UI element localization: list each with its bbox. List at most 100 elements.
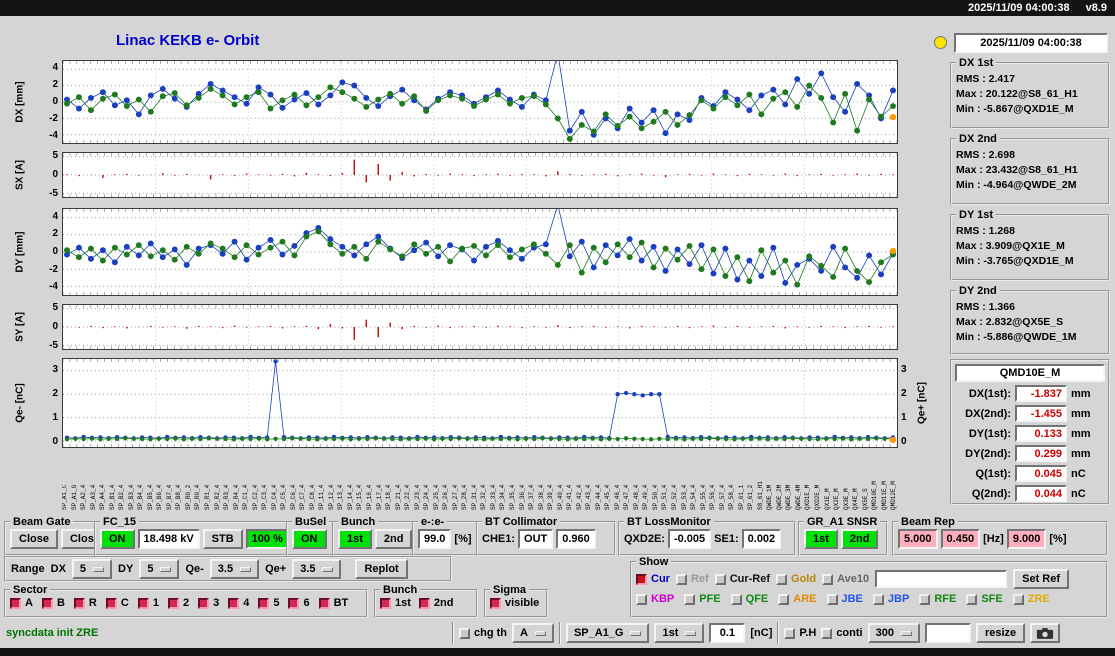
sector-5-checkbox[interactable]: 5 — [258, 597, 279, 609]
checkbox-box[interactable] — [490, 598, 501, 609]
checkbox-box[interactable] — [676, 574, 687, 585]
sector-4-checkbox[interactable]: 4 — [228, 597, 249, 609]
bpm-label: SP_38_4 — [539, 452, 545, 510]
sigma-visible-checkbox[interactable]: visible — [490, 597, 539, 609]
checkbox-box[interactable] — [198, 598, 209, 609]
checkbox-box[interactable] — [228, 598, 239, 609]
checkbox-box[interactable] — [636, 594, 647, 605]
checkbox-box[interactable] — [715, 574, 726, 585]
sector-2-checkbox[interactable]: 2 — [168, 597, 189, 609]
checkbox-box[interactable] — [873, 594, 884, 605]
fc15-stb-button[interactable]: STB — [203, 529, 243, 549]
checkbox-box[interactable] — [168, 598, 179, 609]
checkbox-box[interactable] — [10, 598, 21, 609]
checkbox-box[interactable] — [821, 628, 832, 639]
sector-c-checkbox[interactable]: C — [106, 597, 129, 609]
show-ave10-checkbox[interactable]: Ave10 — [822, 573, 869, 585]
range-dy-select[interactable]: 5 — [139, 559, 179, 579]
snapshot-button[interactable] — [1030, 623, 1060, 643]
checkbox-box[interactable] — [459, 628, 470, 639]
bpm-label: S8_61_H1 — [758, 452, 764, 510]
se1-label: SE1: — [714, 533, 738, 545]
checkbox-box[interactable] — [966, 594, 977, 605]
fc15-on-button[interactable]: ON — [100, 529, 135, 549]
checkbox-box[interactable] — [319, 598, 330, 609]
bunch-1st-button[interactable]: 1st — [338, 529, 372, 549]
checkbox-box[interactable] — [258, 598, 269, 609]
gr-snsr-1st-button[interactable]: 1st — [804, 529, 838, 549]
checkbox-box[interactable] — [138, 598, 149, 609]
separator — [559, 622, 561, 644]
extra-input[interactable] — [925, 623, 971, 643]
checkbox-box[interactable] — [636, 574, 647, 585]
gr-snsr-2nd-button[interactable]: 2nd — [841, 529, 879, 549]
bpm-label: SP_B6_4 — [157, 452, 163, 510]
beam-gate-close-1-button[interactable]: Close — [10, 529, 58, 549]
bunch-2nd-button[interactable]: 2nd — [375, 529, 413, 549]
set-ref-button[interactable]: Set Ref — [1013, 569, 1069, 589]
show-rfe-checkbox[interactable]: RFE — [919, 593, 956, 605]
busel-on-button[interactable]: ON — [292, 529, 327, 549]
show-ref-checkbox[interactable]: Ref — [676, 573, 709, 585]
show-gold-checkbox[interactable]: Gold — [776, 573, 816, 585]
sector-6-checkbox[interactable]: 6 — [288, 597, 309, 609]
resize-button[interactable]: resize — [976, 623, 1025, 643]
sector-bt-checkbox[interactable]: BT — [319, 597, 349, 609]
checkbox-box[interactable] — [778, 594, 789, 605]
chg-th-checkbox[interactable]: chg th — [459, 627, 507, 639]
sector-b-checkbox[interactable]: B — [42, 597, 65, 609]
checkbox-box[interactable] — [288, 598, 299, 609]
bunch-1st-checkbox[interactable]: 1st — [380, 597, 411, 609]
show-row2-checkboxes: KBP PFE QFE ARE JBE JBP RFE SFE ZRE — [636, 593, 1102, 605]
sector-a-checkbox[interactable]: A — [10, 597, 33, 609]
show-pfe-checkbox[interactable]: PFE — [684, 593, 720, 605]
checkbox-box[interactable] — [784, 628, 795, 639]
show-qfe-checkbox[interactable]: QFE — [731, 593, 769, 605]
replot-button[interactable]: Replot — [355, 559, 407, 579]
checkbox-label: KBP — [651, 593, 674, 605]
checkbox-box[interactable] — [827, 594, 838, 605]
show-zre-checkbox[interactable]: ZRE — [1013, 593, 1050, 605]
checkbox-box[interactable] — [776, 574, 787, 585]
interval-select[interactable]: 300 — [868, 623, 920, 643]
bunch-2nd-checkbox[interactable]: 2nd — [419, 597, 454, 609]
checkbox-box[interactable] — [731, 594, 742, 605]
monitor-row-unit: mm — [1071, 408, 1091, 420]
sector-1-checkbox[interactable]: 1 — [138, 597, 159, 609]
sector-label: Sector — [10, 584, 50, 596]
checkbox-box[interactable] — [822, 574, 833, 585]
monitor-row-label: DX(2nd): — [955, 408, 1011, 420]
show-kbp-checkbox[interactable]: KBP — [636, 593, 674, 605]
threshold-input[interactable]: 0.1 — [709, 623, 745, 643]
ph-checkbox[interactable]: P.H — [784, 627, 816, 639]
show-group: Show CurRefCur-RefGoldAve10 Set Ref KBPP… — [630, 556, 1108, 618]
checkbox-box[interactable] — [684, 594, 695, 605]
bunch-select[interactable]: 1st — [654, 623, 704, 643]
checkbox-box[interactable] — [74, 598, 85, 609]
show-jbp-checkbox[interactable]: JBP — [873, 593, 909, 605]
bpm-label: SP_21_4 — [396, 452, 402, 510]
range-qe-minus-select[interactable]: 3.5 — [210, 559, 259, 579]
sigma-group: Sigma visible — [484, 584, 548, 618]
bpm-label: SP_22_4 — [405, 452, 411, 510]
monitor-select[interactable]: SP_A1_G — [566, 623, 650, 643]
checkbox-box[interactable] — [380, 598, 391, 609]
sector-r-checkbox[interactable]: R — [74, 597, 97, 609]
show-cur-checkbox[interactable]: Cur — [636, 573, 670, 585]
show-curref-checkbox[interactable]: Cur-Ref — [715, 573, 770, 585]
checkbox-box[interactable] — [106, 598, 117, 609]
checkbox-box[interactable] — [42, 598, 53, 609]
checkbox-box[interactable] — [919, 594, 930, 605]
ref-name-input[interactable] — [875, 570, 1007, 588]
show-sfe-checkbox[interactable]: SFE — [966, 593, 1002, 605]
range-dx-select[interactable]: 5 — [72, 559, 112, 579]
range-qe-plus-select[interactable]: 3.5 — [292, 559, 341, 579]
show-jbe-checkbox[interactable]: JBE — [827, 593, 863, 605]
bpm-label: QMD10E_M — [872, 452, 878, 510]
checkbox-box[interactable] — [1013, 594, 1024, 605]
checkbox-box[interactable] — [419, 598, 430, 609]
sector-select[interactable]: A — [512, 623, 554, 643]
show-are-checkbox[interactable]: ARE — [778, 593, 816, 605]
sector-3-checkbox[interactable]: 3 — [198, 597, 219, 609]
conti-checkbox[interactable]: conti — [821, 627, 862, 639]
